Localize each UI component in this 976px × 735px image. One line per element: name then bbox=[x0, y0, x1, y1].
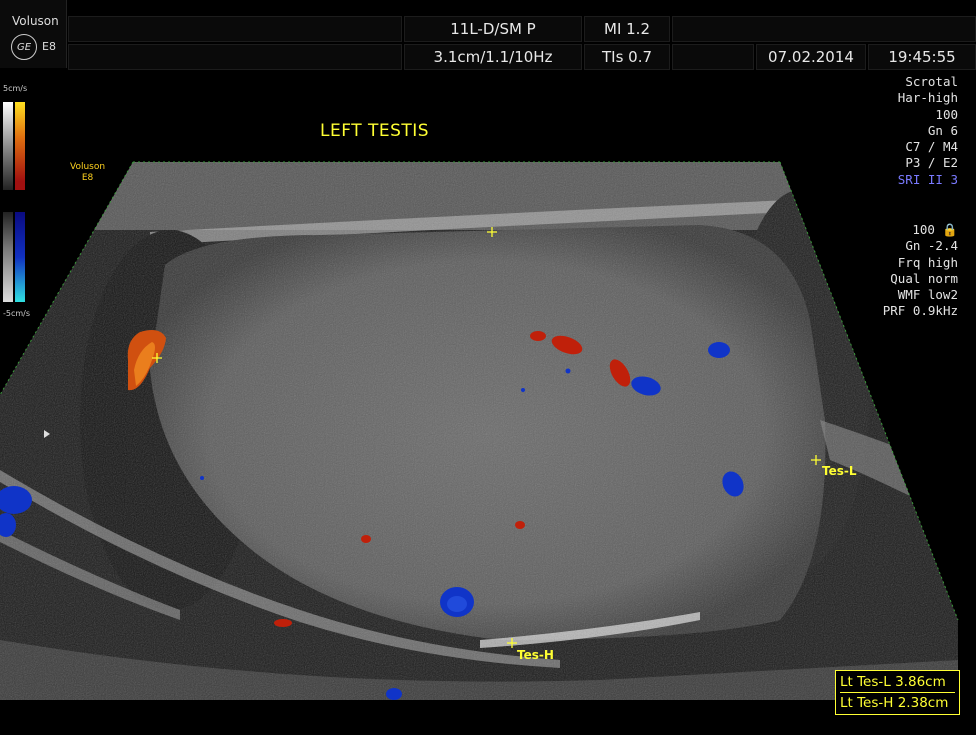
tis-value: TIs 0.7 bbox=[584, 44, 670, 70]
param-harmonic: Har-high bbox=[897, 90, 958, 106]
mini-logo-model: E8 bbox=[81, 173, 94, 183]
doppler-params: 100 🔒 Gn -2.4 Frq high Qual norm WMF low… bbox=[883, 222, 958, 320]
param-sri: SRI II 3 bbox=[897, 171, 958, 187]
grayscale-bar bbox=[3, 102, 13, 190]
probe-label: 11L-D/SM P bbox=[404, 16, 582, 42]
header-blank-3 bbox=[672, 16, 976, 42]
param-preset: Scrotal bbox=[905, 74, 958, 89]
doppler-frequency: Frq high bbox=[897, 254, 958, 270]
doppler-gain: Gn -2.4 bbox=[905, 238, 958, 254]
mini-logo: Voluson E8 bbox=[70, 162, 105, 184]
header-blank-2 bbox=[68, 44, 402, 70]
mi-value: MI 1.2 bbox=[584, 16, 670, 42]
measurement-value: 2.38cm bbox=[897, 695, 949, 711]
exam-time: 19:45:55 bbox=[868, 44, 976, 70]
ge-logo-icon: GE bbox=[11, 34, 37, 60]
model-label: E8 bbox=[42, 40, 56, 53]
imaging-params: Scrotal Har-high 100 Gn 6 C7 / M4 P3 / E… bbox=[898, 74, 958, 188]
marker-label-tes-l: Tes-L bbox=[822, 464, 857, 478]
color-scale-bottom-label: -5cm/s bbox=[3, 309, 31, 318]
measurement-row: Lt Tes-L 3.86cm bbox=[840, 672, 955, 692]
doppler-quality: Qual norm bbox=[890, 270, 958, 286]
doppler-prf: PRF 0.9kHz bbox=[882, 303, 958, 319]
header-blank-1 bbox=[68, 16, 402, 42]
image-title: LEFT TESTIS bbox=[320, 121, 430, 141]
marker-label-tes-h: Tes-H bbox=[517, 648, 554, 662]
focus-arrow-icon bbox=[44, 430, 50, 438]
param-power: 100 bbox=[935, 106, 958, 122]
measurement-label: Lt Tes-L bbox=[840, 674, 891, 690]
header-blank-4 bbox=[672, 44, 754, 70]
measurement-value: 3.86cm bbox=[895, 674, 946, 690]
measurement-label: Lt Tes-H bbox=[840, 695, 894, 711]
brand-label: Voluson bbox=[12, 14, 59, 28]
exam-date: 07.02.2014 bbox=[756, 44, 866, 70]
mini-logo-brand: Voluson bbox=[70, 162, 106, 172]
color-bar-positive bbox=[15, 102, 25, 190]
measurement-results: Lt Tes-L 3.86cm Lt Tes-H 2.38cm bbox=[835, 670, 960, 715]
param-gain: Gn 6 bbox=[927, 122, 958, 138]
color-scale-top-label: 5cm/s bbox=[3, 84, 28, 93]
color-bar-negative bbox=[15, 212, 25, 302]
doppler-power: 100 🔒 bbox=[912, 222, 958, 237]
doppler-wmf: WMF low2 bbox=[897, 287, 958, 303]
param-p-e: P3 / E2 bbox=[905, 155, 958, 171]
measurement-row: Lt Tes-H 2.38cm bbox=[840, 692, 955, 713]
ultrasound-image bbox=[0, 161, 959, 700]
param-c-m: C7 / M4 bbox=[905, 139, 958, 155]
logo-box: Voluson GE E8 bbox=[0, 0, 67, 68]
grayscale-bar-lower bbox=[3, 212, 13, 302]
depth-frequency: 3.1cm/1.1/10Hz bbox=[404, 44, 582, 70]
